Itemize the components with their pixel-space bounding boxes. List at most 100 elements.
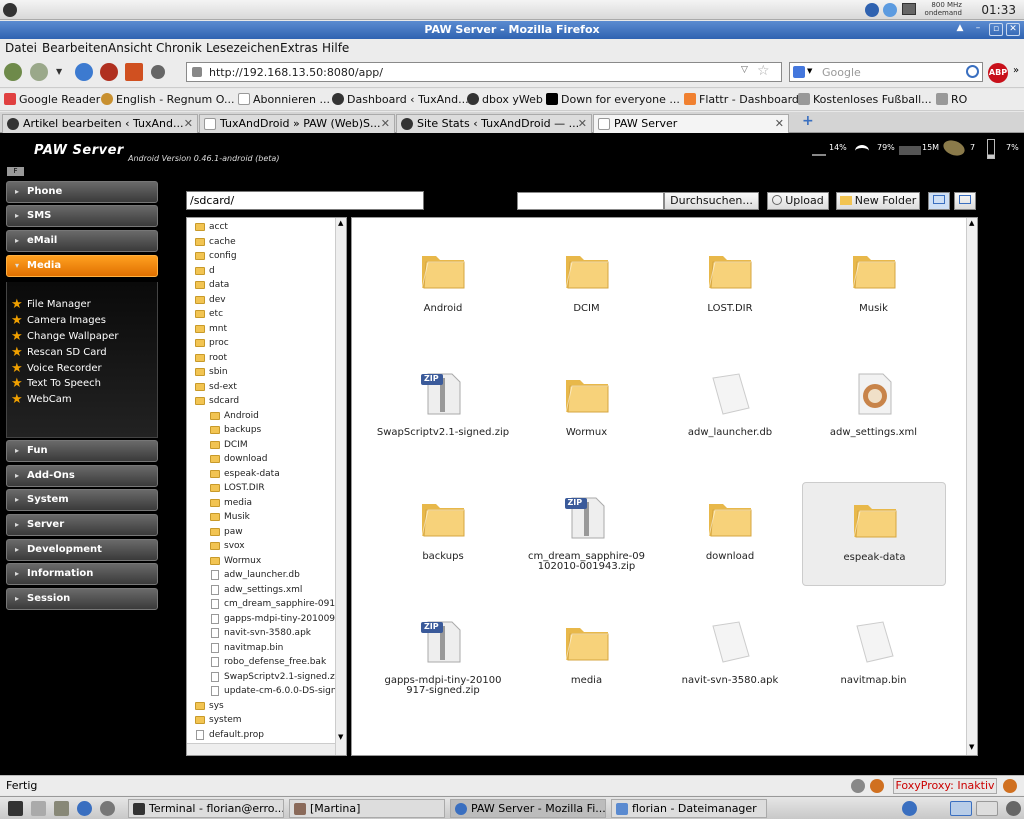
sidebar-add-ons[interactable]: Add-Ons (6, 465, 158, 487)
tree-node[interactable]: sys (195, 701, 224, 711)
media-text-to-speech[interactable]: ★ Text To Speech (11, 376, 101, 391)
tab-artikel-bearbeiten[interactable]: Artikel bearbeiten ‹ TuxAnd... ✕ (2, 114, 198, 133)
new-tab-icon[interactable]: + (802, 113, 814, 129)
window-title-bar[interactable]: PAW Server - Mozilla Firefox ▲ – ▫ ✕ (0, 21, 1024, 39)
maximize-icon[interactable]: ▫ (989, 23, 1003, 36)
sidebar-system[interactable]: System (6, 489, 158, 511)
browse-button[interactable]: Durchsuchen... (664, 192, 759, 210)
bookmark-abonnieren[interactable]: Abonnieren ... (238, 93, 330, 106)
tab-paw-webserver[interactable]: TuxAndDroid » PAW (Web)S... ✕ (199, 114, 395, 133)
app-menu-icon[interactable] (3, 3, 17, 17)
grid-folder-item[interactable]: DCIM (515, 234, 659, 338)
tree-node[interactable]: espeak-data (210, 469, 280, 479)
taskbar-terminal[interactable]: Terminal - florian@erro... (128, 799, 284, 818)
taskbar-martina[interactable]: [Martina] (289, 799, 445, 818)
history-dropdown-icon[interactable]: ▼ (56, 67, 62, 76)
minimize-icon[interactable]: – (971, 23, 985, 36)
tree-node[interactable]: default.prop (196, 729, 264, 740)
terminal-launcher-icon[interactable] (8, 801, 23, 816)
bookmark-fussball[interactable]: Kostenloses Fußball... (798, 93, 932, 106)
media-change-wallpaper[interactable]: ★ Change Wallpaper (11, 329, 118, 344)
menu-lesezeichen[interactable]: Lesezeichen (206, 41, 280, 55)
tree-node[interactable]: DCIM (210, 440, 248, 450)
search-icon[interactable] (966, 65, 979, 78)
tree-node[interactable]: sdcard (195, 396, 239, 406)
media-file-manager[interactable]: ★ File Manager (11, 297, 91, 312)
power-icon[interactable] (1006, 801, 1021, 816)
tree-node[interactable]: LOST.DIR (210, 483, 265, 493)
google-engine-icon[interactable] (793, 66, 805, 78)
status-tray-icon[interactable] (851, 779, 865, 793)
tree-node[interactable]: robo_defense_free.bak (211, 657, 326, 667)
menu-ansicht[interactable]: Ansicht (108, 41, 152, 55)
network-icon[interactable] (865, 3, 879, 17)
tree-node[interactable]: backups (210, 425, 261, 435)
f-icon[interactable]: F (7, 167, 24, 176)
scroll-up-arrow-icon[interactable]: ▲ (338, 219, 343, 227)
tree-node[interactable]: Musik (210, 512, 250, 522)
tree-node[interactable]: dev (195, 295, 226, 305)
sidebar-fun[interactable]: Fun (6, 440, 158, 462)
grid-folder-item[interactable]: download (658, 482, 802, 586)
bookmark-regnum[interactable]: English - Regnum O... (101, 93, 234, 106)
grid-folder-item[interactable]: media (515, 606, 659, 710)
sync-icon[interactable] (883, 3, 897, 17)
tree-horizontal-scrollbar[interactable] (187, 743, 335, 755)
tree-node[interactable]: d (195, 266, 215, 276)
tree-node[interactable]: SwapScriptv2.1-signed.z (211, 671, 335, 682)
status-tray-icon[interactable] (870, 779, 884, 793)
bookmark-star-icon[interactable]: ☆ (757, 63, 770, 79)
tree-node[interactable]: navit-svn-3580.apk (211, 628, 311, 638)
tab-paw-server[interactable]: PAW Server ✕ (593, 114, 789, 133)
tree-node[interactable]: adw_settings.xml (211, 584, 302, 595)
close-icon[interactable]: ✕ (1006, 23, 1020, 36)
tab-close-icon[interactable]: ✕ (381, 115, 390, 132)
sidebar-development[interactable]: Development (6, 539, 158, 561)
grid-file-item[interactable]: navitmap.bin (802, 606, 946, 710)
search-box[interactable]: ▼ Google (789, 62, 983, 82)
tab-site-stats[interactable]: Site Stats ‹ TuxAndDroid — ... ✕ (396, 114, 592, 133)
reload-icon[interactable] (75, 63, 93, 81)
tree-vertical-scrollbar[interactable]: ▲ ▼ (335, 218, 346, 755)
grid-file-item[interactable]: navit-svn-3580.apk (658, 606, 802, 710)
taskbar-file-manager[interactable]: florian - Dateimanager (611, 799, 767, 818)
grid-file-item[interactable]: ZIP cm_dream_sapphire-09102010-001943.zip (515, 482, 659, 586)
tree-node[interactable]: adw_launcher.db (211, 570, 300, 580)
scroll-down-arrow-icon[interactable]: ▼ (338, 733, 343, 741)
desktop-pager-icon[interactable] (950, 801, 972, 816)
menu-hilfe[interactable]: Hilfe (322, 41, 349, 55)
tree-node[interactable]: data (195, 280, 229, 290)
bookmark-flattr[interactable]: Flattr - Dashboard (684, 93, 799, 106)
folder-tree[interactable]: acct cache config d data dev etc mnt proc root sbi… (186, 217, 347, 756)
browser-launcher-icon[interactable] (77, 801, 92, 816)
bookmark-dbox-yweb[interactable]: dbox yWeb (467, 93, 543, 106)
window-up-arrow-icon[interactable]: ▲ (953, 23, 967, 36)
tree-node[interactable]: sbin (195, 367, 228, 377)
new-folder-button[interactable]: New Folder (836, 192, 920, 210)
addon-icon[interactable] (151, 65, 165, 79)
sidebar-information[interactable]: Information (6, 563, 158, 585)
tree-node[interactable]: update-cm-6.0.0-DS-sign (211, 686, 337, 696)
url-dropdown-icon[interactable]: ▽ (741, 65, 748, 75)
hammer-launcher-icon[interactable] (54, 801, 69, 816)
grid-file-item[interactable]: adw_settings.xml (802, 358, 946, 462)
grid-folder-item[interactable]: Android (371, 234, 515, 338)
media-rescan-sd-card[interactable]: ★ Rescan SD Card (11, 345, 107, 360)
toolbar-overflow-icon[interactable]: » (1013, 65, 1019, 76)
media-webcam[interactable]: ★ WebCam (11, 392, 72, 407)
grid-folder-item[interactable]: LOST.DIR (658, 234, 802, 338)
tree-node[interactable]: sd-ext (195, 382, 237, 392)
grid-folder-item[interactable]: Musik (802, 234, 946, 338)
sidebar-server[interactable]: Server (6, 514, 158, 536)
tree-node[interactable]: system (195, 715, 242, 725)
grid-folder-item[interactable]: espeak-data (801, 482, 946, 586)
menu-bearbeiten[interactable]: Bearbeiten (42, 41, 108, 55)
tree-node[interactable]: navitmap.bin (211, 642, 283, 653)
grid-vertical-scrollbar[interactable]: ▲ ▼ (966, 218, 977, 755)
scroll-up-arrow-icon[interactable]: ▲ (969, 219, 974, 227)
desktop-pager-icon[interactable] (976, 801, 998, 816)
icon-view-button[interactable] (928, 192, 950, 210)
tree-node[interactable]: etc (195, 309, 223, 319)
tree-node[interactable]: cache (195, 237, 236, 247)
bookmark-ro[interactable]: RO (936, 93, 967, 106)
